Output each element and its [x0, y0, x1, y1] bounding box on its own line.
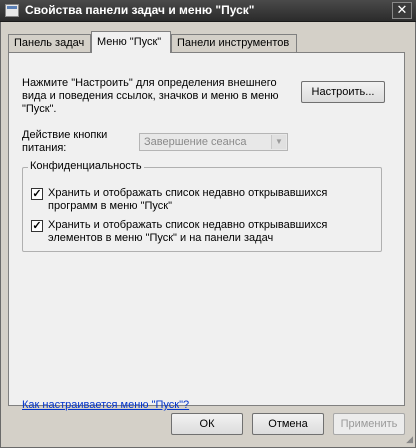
customize-description: Нажмите "Настроить" для определения внеш… [22, 77, 279, 115]
recent-programs-label: Хранить и отображать список недавно откр… [48, 187, 328, 212]
privacy-group-title: Конфиденциальность [28, 160, 144, 172]
start-menu-panel: Нажмите "Настроить" для определения внеш… [8, 52, 405, 411]
privacy-group: Конфиденциальность ✓ Хранить и отображат… [22, 160, 382, 252]
resize-grip-icon[interactable]: ◢ [406, 434, 413, 445]
dialog-window: Панель задач Меню "Пуск" Панели инструме… [0, 22, 416, 448]
chevron-down-icon: ▼ [271, 135, 286, 149]
tab-start-menu[interactable]: Меню "Пуск" [91, 31, 171, 53]
cancel-button[interactable]: Отмена [252, 413, 324, 435]
help-link[interactable]: Как настраивается меню "Пуск"? [22, 399, 189, 411]
apply-button[interactable]: Применить [333, 413, 405, 435]
window-title: Свойства панели задач и меню "Пуск" [25, 3, 255, 17]
taskbar-properties-icon [5, 4, 19, 17]
checkmark-icon: ✓ [31, 220, 43, 232]
recent-items-label: Хранить и отображать список недавно откр… [48, 219, 328, 244]
checkmark-icon: ✓ [31, 188, 43, 200]
close-button[interactable]: ✕ [392, 2, 412, 19]
power-button-label: Действие кнопки питания: [22, 129, 108, 154]
ok-button[interactable]: ОК [171, 413, 243, 435]
customize-button[interactable]: Настроить... [301, 81, 385, 103]
title-bar[interactable]: Свойства панели задач и меню "Пуск" ✕ [0, 0, 416, 22]
power-button-action-select[interactable]: Завершение сеанса ▼ [139, 133, 288, 151]
tab-taskbar[interactable]: Панель задач [8, 34, 91, 52]
tab-toolbars[interactable]: Панели инструментов [171, 34, 297, 52]
power-button-action-value: Завершение сеанса [144, 136, 247, 148]
